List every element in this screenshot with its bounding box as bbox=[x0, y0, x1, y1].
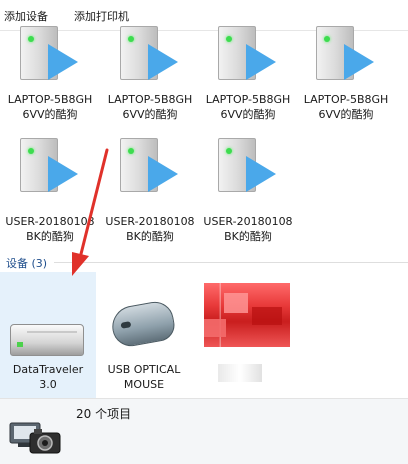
devices-group-header[interactable]: 设备 (3) bbox=[6, 255, 47, 271]
printer-name-line2: 6VV的酷狗 bbox=[318, 108, 374, 121]
computer-tower-icon bbox=[200, 132, 296, 192]
printer-tile[interactable]: USER-20180108 BK的酷狗 bbox=[102, 132, 198, 246]
status-bar: 20 个项目 bbox=[0, 398, 408, 464]
device-name-line1: USB OPTICAL bbox=[107, 363, 181, 376]
computer-tower-icon bbox=[200, 20, 296, 80]
printer-tile[interactable]: LAPTOP-5B8GH 6VV的酷狗 bbox=[102, 26, 198, 144]
printer-tile[interactable]: LAPTOP-5B8GH 6VV的酷狗 bbox=[200, 26, 296, 144]
computer-tower-icon bbox=[102, 132, 198, 192]
printer-name-line1: USER-20180108 bbox=[203, 215, 293, 228]
device-name-line2: MOUSE bbox=[123, 378, 165, 391]
group-divider bbox=[54, 262, 408, 263]
printer-tile[interactable]: USER-20180108 BK的酷狗 bbox=[2, 132, 98, 246]
printer-name-line2: 6VV的酷狗 bbox=[220, 108, 276, 121]
printer-tile[interactable]: LAPTOP-5B8GH 6VV的酷狗 bbox=[298, 26, 394, 144]
printer-name-line1: LAPTOP-5B8GH bbox=[205, 93, 291, 106]
printer-name-line1: LAPTOP-5B8GH bbox=[303, 93, 389, 106]
item-count: 20 个项目 bbox=[76, 407, 132, 421]
printer-name-line1: LAPTOP-5B8GH bbox=[7, 93, 93, 106]
mouse-icon bbox=[108, 298, 178, 350]
usb-drive-icon bbox=[10, 324, 84, 356]
device-tile-usb-mouse[interactable]: USB OPTICAL MOUSE bbox=[96, 272, 192, 398]
device-tile-datatraveler[interactable]: DataTraveler 3.0 bbox=[0, 272, 96, 398]
printer-tile[interactable]: LAPTOP-5B8GH 6VV的酷狗 bbox=[2, 26, 98, 144]
computer-tower-icon bbox=[2, 20, 98, 80]
printer-tile[interactable]: USER-20180108 BK的酷狗 bbox=[200, 132, 296, 246]
device-name-line1: DataTraveler bbox=[12, 363, 84, 376]
blurred-device-icon[interactable] bbox=[204, 283, 290, 347]
printer-name-line2: 6VV的酷狗 bbox=[22, 108, 78, 121]
printer-name-line2: BK的酷狗 bbox=[126, 230, 174, 243]
computer-tower-icon bbox=[298, 20, 394, 80]
printer-name-line1: LAPTOP-5B8GH bbox=[107, 93, 193, 106]
printer-name-line2: 6VV的酷狗 bbox=[122, 108, 178, 121]
computer-tower-icon bbox=[2, 132, 98, 192]
blurred-device-label bbox=[218, 364, 262, 382]
computer-tower-icon bbox=[102, 20, 198, 80]
printer-name-line1: USER-20180108 bbox=[5, 215, 95, 228]
camera-devices-icon bbox=[9, 422, 61, 454]
printer-name-line1: USER-20180108 bbox=[105, 215, 195, 228]
printer-name-line2: BK的酷狗 bbox=[26, 230, 74, 243]
device-name-line2: 3.0 bbox=[39, 378, 57, 391]
printer-name-line2: BK的酷狗 bbox=[224, 230, 272, 243]
